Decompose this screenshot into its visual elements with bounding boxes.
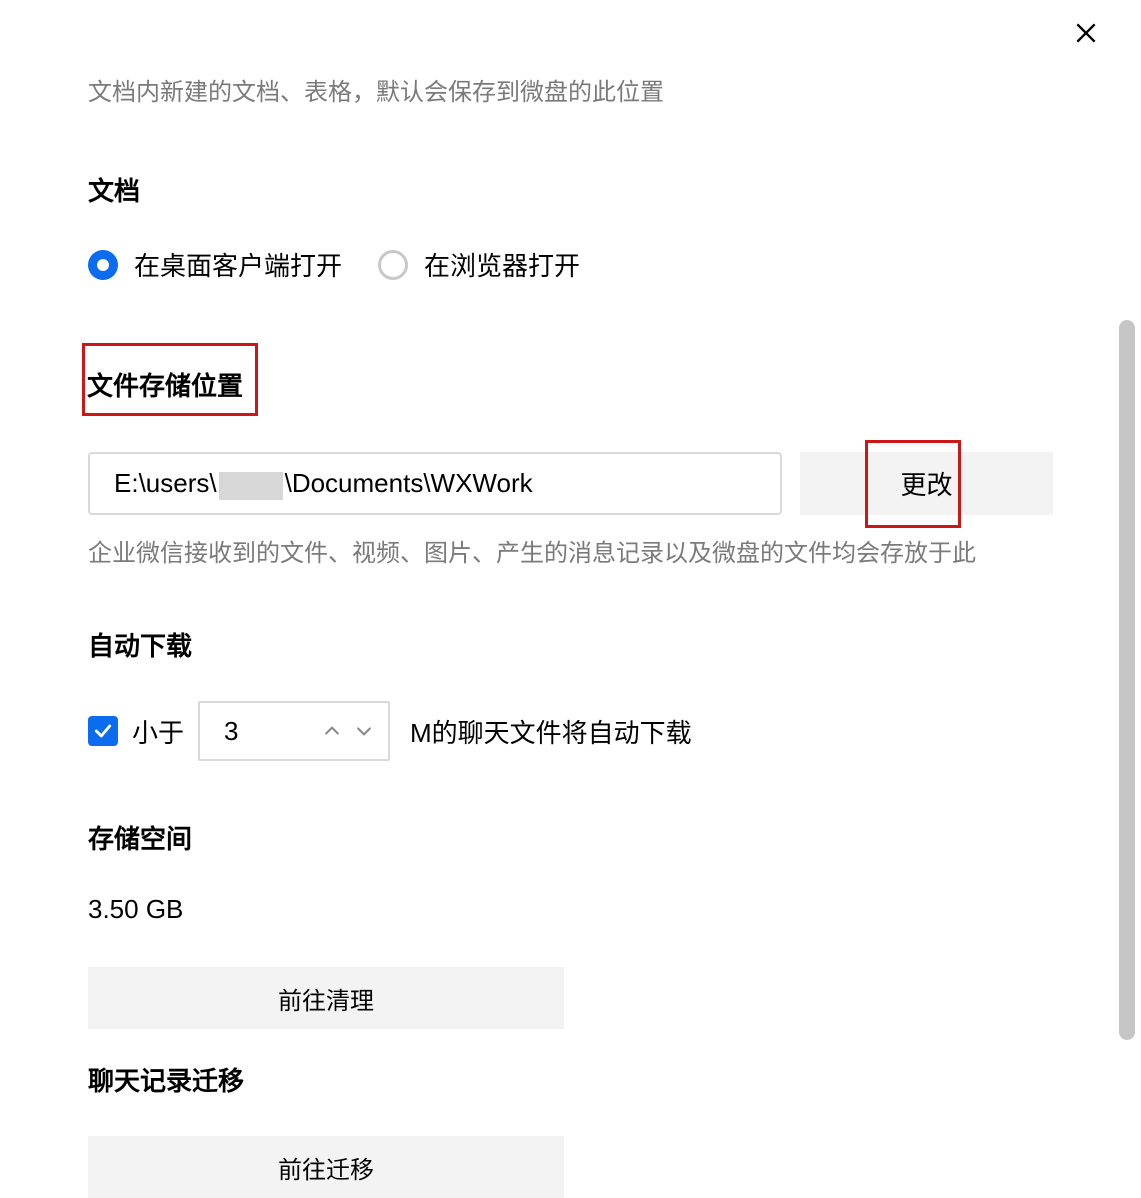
storage-location-desc: 企业微信接收到的文件、视频、图片、产生的消息记录以及微盘的文件均会存放于此 [88, 533, 1053, 568]
doc-open-radio-group: 在桌面客户端打开 在浏览器打开 [88, 246, 1053, 283]
auto-download-title: 自动下载 [88, 626, 1053, 663]
auto-download-suffix-label: M的聊天文件将自动下载 [410, 713, 692, 750]
doc-location-desc: 文档内新建的文档、表格，默认会保存到微盘的此位置 [88, 72, 1053, 107]
storage-location-title-highlight: 文件存储位置 [82, 343, 258, 416]
auto-download-checkbox[interactable] [88, 716, 118, 746]
radio-open-browser[interactable]: 在浏览器打开 [378, 246, 580, 283]
auto-download-row: 小于 3 M的聊天文件将自动下载 [88, 701, 1053, 761]
chat-migration-title: 聊天记录迁移 [88, 1061, 1053, 1098]
radio-icon-selected [88, 250, 118, 280]
scrollbar-track[interactable] [1119, 320, 1135, 1040]
radio-label: 在浏览器打开 [424, 246, 580, 283]
path-suffix: \Documents\WXWork [285, 468, 533, 499]
auto-download-prefix-label: 小于 [132, 713, 184, 750]
radio-open-desktop[interactable]: 在桌面客户端打开 [88, 246, 342, 283]
storage-path-row: E:\users\ \Documents\WXWork 更改 [88, 452, 1053, 515]
stepper-arrow-group [322, 721, 388, 741]
scrollbar-thumb[interactable] [1119, 320, 1135, 1040]
change-location-button[interactable]: 更改 [800, 452, 1053, 515]
storage-path-input[interactable]: E:\users\ \Documents\WXWork [88, 452, 782, 515]
stepper-up-button[interactable] [322, 721, 342, 741]
radio-icon-unselected [378, 250, 408, 280]
settings-content: 文档内新建的文档、表格，默认会保存到微盘的此位置 文档 在桌面客户端打开 在浏览… [0, 0, 1141, 1198]
close-icon [1073, 20, 1099, 46]
chevron-down-icon [354, 721, 374, 741]
path-prefix: E:\users\ [114, 468, 217, 499]
stepper-down-button[interactable] [354, 721, 374, 741]
path-redacted-segment [219, 472, 283, 500]
chevron-up-icon [322, 721, 342, 741]
change-button-wrap: 更改 [800, 452, 1053, 515]
stepper-value: 3 [200, 716, 322, 747]
storage-space-value: 3.50 GB [88, 894, 1053, 925]
size-stepper[interactable]: 3 [198, 701, 390, 761]
radio-label: 在桌面客户端打开 [134, 246, 342, 283]
close-button[interactable] [1071, 18, 1101, 48]
storage-space-title: 存储空间 [88, 819, 1053, 856]
doc-section-title: 文档 [88, 171, 1053, 208]
go-clean-button[interactable]: 前往清理 [88, 967, 564, 1029]
go-migrate-button[interactable]: 前往迁移 [88, 1136, 564, 1198]
storage-location-title: 文件存储位置 [87, 366, 243, 403]
checkmark-icon [93, 721, 113, 741]
